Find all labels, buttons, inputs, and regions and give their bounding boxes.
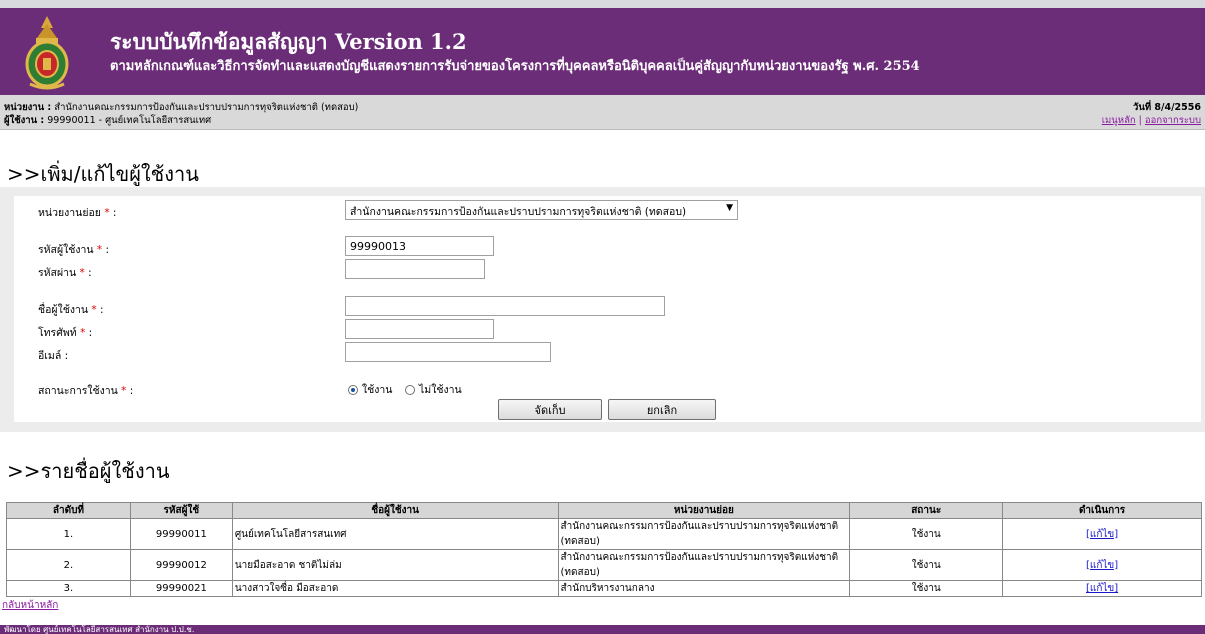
email-input[interactable]	[345, 342, 551, 362]
government-seal-icon	[25, 16, 69, 90]
radio-unchecked-icon	[405, 384, 415, 395]
row-no: 1.	[6, 518, 131, 550]
cancel-button[interactable]: ยกเลิก	[608, 399, 716, 420]
row-user-id: 99990021	[129, 580, 233, 597]
row-status: ใช้งาน	[849, 549, 1004, 581]
user-id-label-row: รหัสผู้ใช้งาน * :	[38, 241, 109, 258]
label-colon: :	[105, 244, 110, 256]
required-mark: *	[80, 327, 86, 339]
status-active-label: ใช้งาน	[362, 384, 393, 396]
back-to-home-link[interactable]: กลับหน้าหลัก	[2, 598, 58, 613]
form-section-title: >>เพิ่ม/แก้ไขผู้ใช้งาน	[7, 162, 199, 186]
column-header-subunit: หน่วยงานย่อย	[557, 502, 851, 519]
row-action-cell: [แก้ไข]	[1002, 549, 1202, 581]
phone-label: โทรศัพท์	[38, 327, 77, 339]
main-menu-link[interactable]: เมนูหลัก	[1102, 115, 1136, 126]
column-header-action: ดำเนินการ	[1002, 502, 1202, 519]
status-inactive-radio[interactable]: ไม่ใช้งาน	[405, 381, 462, 398]
table-header-row: ลำดับที่ รหัสผู้ใช้ ชื่อผู้ใช้งาน หน่วยง…	[6, 502, 1202, 519]
required-mark: *	[121, 385, 127, 397]
user-info: ผู้ใช้งาน : 99990011 - ศูนย์เทคโนโลยีสาร…	[4, 113, 211, 128]
list-section-title: >>รายชื่อผู้ใช้งาน	[7, 459, 170, 483]
row-name: นายมือสะอาด ชาติไม่ล่ม	[231, 549, 559, 581]
password-label-row: รหัสผ่าน * :	[38, 264, 92, 281]
row-subunit: สำนักบริหารงานกลาง	[557, 580, 851, 597]
subunit-label-row: หน่วยงานย่อย * :	[38, 204, 116, 221]
app-subtitle: ตามหลักเกณฑ์และวิธีการจัดทำและแสดงบัญชีแ…	[110, 59, 920, 74]
table-row: 2. 99990012 นายมือสะอาด ชาติไม่ล่ม สำนัก…	[6, 549, 1202, 581]
username-label: ชื่อผู้ใช้งาน	[38, 304, 89, 316]
email-label: อีเมล์ :	[38, 350, 69, 362]
password-label: รหัสผ่าน	[38, 267, 77, 279]
required-mark: *	[91, 304, 97, 316]
footer-credit: พัฒนาโดย ศูนย์เทคโนโลยีสารสนเทศ สำนักงาน…	[0, 625, 1205, 634]
subunit-select[interactable]: สำนักงานคณะกรรมการป้องกันและปราบปรามการท…	[345, 200, 738, 220]
save-button[interactable]: จัดเก็บ	[498, 399, 602, 420]
status-inactive-label: ไม่ใช้งาน	[419, 384, 462, 396]
user-list-table: ลำดับที่ รหัสผู้ใช้ ชื่อผู้ใช้งาน หน่วยง…	[6, 502, 1202, 597]
agency-value: สำนักงานคณะกรรมการป้องกันและปราบปรามการท…	[54, 102, 359, 113]
required-mark: *	[104, 207, 110, 219]
required-mark: *	[79, 267, 85, 279]
logout-link[interactable]: ออกจากระบบ	[1145, 115, 1201, 126]
label-colon: :	[129, 385, 134, 397]
subunit-selected-value: สำนักงานคณะกรรมการป้องกันและปราบปรามการท…	[350, 206, 687, 218]
row-subunit: สำนักงานคณะกรรมการป้องกันและปราบปรามการท…	[557, 549, 851, 581]
label-colon: :	[112, 207, 117, 219]
user-value: 99990011 - ศูนย์เทคโนโลยีสารสนเทศ	[47, 115, 212, 126]
app-header: ระบบบันทึกข้อมูลสัญญา Version 1.2 ตามหลั…	[0, 8, 1205, 95]
required-mark: *	[96, 244, 103, 256]
row-user-id: 99990012	[129, 549, 233, 581]
row-status: ใช้งาน	[849, 518, 1004, 550]
phone-label-row: โทรศัพท์ * :	[38, 324, 92, 341]
label-colon: :	[88, 327, 93, 339]
table-row: 1. 99990011 ศูนย์เทคโนโลยีสารสนเทศ สำนัก…	[6, 518, 1202, 550]
row-name: ศูนย์เทคโนโลยีสารสนเทศ	[231, 518, 559, 550]
status-active-radio[interactable]: ใช้งาน	[348, 381, 392, 398]
label-colon: :	[88, 267, 92, 279]
link-separator: |	[1138, 115, 1142, 126]
row-user-id: 99990011	[129, 518, 233, 550]
status-label: สถานะการใช้งาน	[38, 385, 118, 397]
username-input[interactable]	[345, 296, 665, 316]
info-bar: หน่วยงาน : สำนักงานคณะกรรมการป้องกันและป…	[0, 95, 1205, 130]
row-status: ใช้งาน	[849, 580, 1004, 597]
row-subunit: สำนักงานคณะกรรมการป้องกันและปราบปรามการท…	[557, 518, 851, 550]
table-row: 3. 99990021 นางสาวใจซื่อ มือสะอาด สำนักบ…	[6, 580, 1202, 597]
row-action-cell: [แก้ไข]	[1002, 518, 1202, 550]
password-input[interactable]	[345, 259, 485, 279]
column-header-name: ชื่อผู้ใช้งาน	[231, 502, 559, 519]
top-links: เมนูหลัก | ออกจากระบบ	[1102, 113, 1201, 128]
edit-link[interactable]: [แก้ไข]	[1086, 529, 1118, 540]
user-id-input[interactable]	[345, 236, 494, 256]
user-id-label: รหัสผู้ใช้งาน	[38, 244, 94, 256]
row-no: 3.	[6, 580, 131, 597]
label-colon: :	[99, 304, 104, 316]
status-label-row: สถานะการใช้งาน * :	[38, 382, 133, 399]
user-label: ผู้ใช้งาน :	[4, 115, 45, 126]
column-header-user-id: รหัสผู้ใช้	[129, 502, 233, 519]
edit-link[interactable]: [แก้ไข]	[1086, 560, 1118, 571]
subunit-label: หน่วยงานย่อย	[38, 207, 101, 219]
username-label-row: ชื่อผู้ใช้งาน * :	[38, 301, 104, 318]
dropdown-arrow-icon: ▼	[726, 203, 733, 213]
row-name: นางสาวใจซื่อ มือสะอาด	[231, 580, 559, 597]
column-header-no: ลำดับที่	[6, 502, 131, 519]
row-action-cell: [แก้ไข]	[1002, 580, 1202, 597]
phone-input[interactable]	[345, 319, 494, 339]
column-header-status: สถานะ	[849, 502, 1004, 519]
edit-link[interactable]: [แก้ไข]	[1086, 583, 1118, 594]
row-no: 2.	[6, 549, 131, 581]
agency-label: หน่วยงาน :	[4, 102, 52, 113]
radio-checked-icon	[348, 384, 358, 395]
